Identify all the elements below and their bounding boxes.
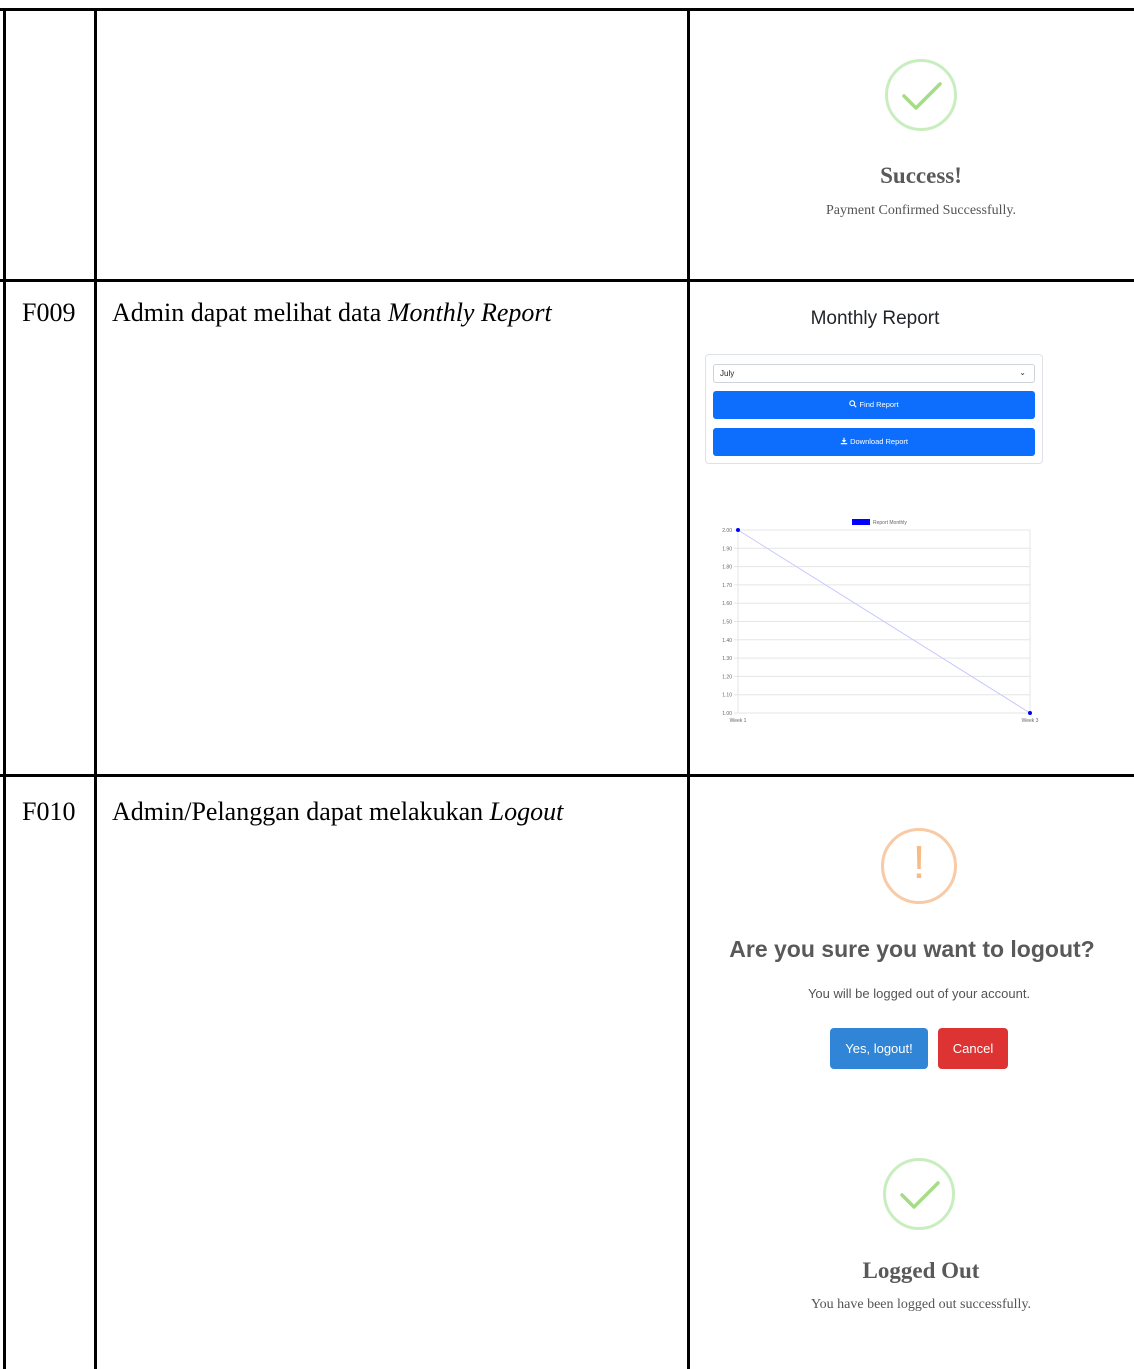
table-border-top [0, 8, 1134, 11]
cancel-button[interactable]: Cancel [938, 1028, 1008, 1069]
month-select-value: July [720, 369, 735, 378]
legend-swatch [852, 519, 870, 525]
legend-label: Report Monthly [873, 520, 907, 526]
description-italic: Monthly Report [387, 298, 552, 327]
x-tick-label: Week 1 [730, 718, 747, 724]
warning-icon: ! [881, 828, 957, 904]
feature-id: F010 [22, 797, 76, 826]
logout-confirm-title: Are you sure you want to logout? [729, 936, 1095, 962]
table-row-divider [0, 279, 1134, 282]
table-border-left [3, 8, 6, 1369]
x-tick-label: Week 3 [1022, 718, 1039, 724]
logged-out-title: Logged Out [862, 1258, 980, 1283]
logged-out-text: You have been logged out successfully. [810, 1297, 1032, 1312]
success-text: Payment Confirmed Successfully. [825, 203, 1016, 218]
y-tick-label: 1.30 [722, 656, 732, 662]
feature-description: Admin dapat melihat data Monthly Report [112, 298, 552, 328]
feature-description: Admin/Pelanggan dapat melakukan Logout [112, 797, 563, 827]
download-report-label: Download Report [850, 437, 909, 446]
y-tick-label: 1.90 [722, 546, 732, 552]
download-icon [840, 437, 850, 446]
logout-confirm-text: You will be logged out of your account. [807, 986, 1031, 1001]
data-point [1028, 711, 1032, 715]
download-report-button[interactable]: Download Report [713, 428, 1035, 456]
y-tick-label: 1.40 [722, 638, 732, 644]
y-tick-label: 1.20 [722, 674, 732, 680]
description-text: Admin dapat melihat data [112, 298, 388, 327]
y-tick-label: 2.00 [722, 528, 732, 534]
y-tick-label: 1.60 [722, 601, 732, 607]
description-italic: Logout [489, 797, 564, 826]
check-icon [883, 1158, 955, 1230]
search-icon [849, 400, 859, 409]
page-title: Monthly Report [810, 308, 940, 329]
find-report-label: Find Report [859, 400, 899, 409]
month-select[interactable]: July ⌄ [713, 364, 1035, 383]
y-tick-label: 1.80 [722, 565, 732, 571]
success-title: Success! [880, 163, 962, 188]
y-tick-label: 1.00 [722, 711, 732, 717]
feature-id: F009 [22, 298, 76, 327]
table-col-divider [94, 8, 97, 1369]
confirm-logout-button[interactable]: Yes, logout! [830, 1028, 928, 1069]
data-point [736, 528, 740, 532]
y-tick-label: 1.10 [722, 693, 732, 699]
y-tick-label: 1.50 [722, 620, 732, 626]
table-row-divider [0, 774, 1134, 777]
find-report-button[interactable]: Find Report [713, 391, 1035, 419]
y-tick-label: 1.70 [722, 583, 732, 589]
description-text: Admin/Pelanggan dapat melakukan [112, 797, 490, 826]
check-icon [885, 59, 957, 131]
report-chart: 2.00 1.90 1.80 1.70 1.60 1.50 1.40 1.30 1.20 1.10… [722, 519, 1039, 724]
chevron-down-icon: ⌄ [1019, 368, 1026, 377]
